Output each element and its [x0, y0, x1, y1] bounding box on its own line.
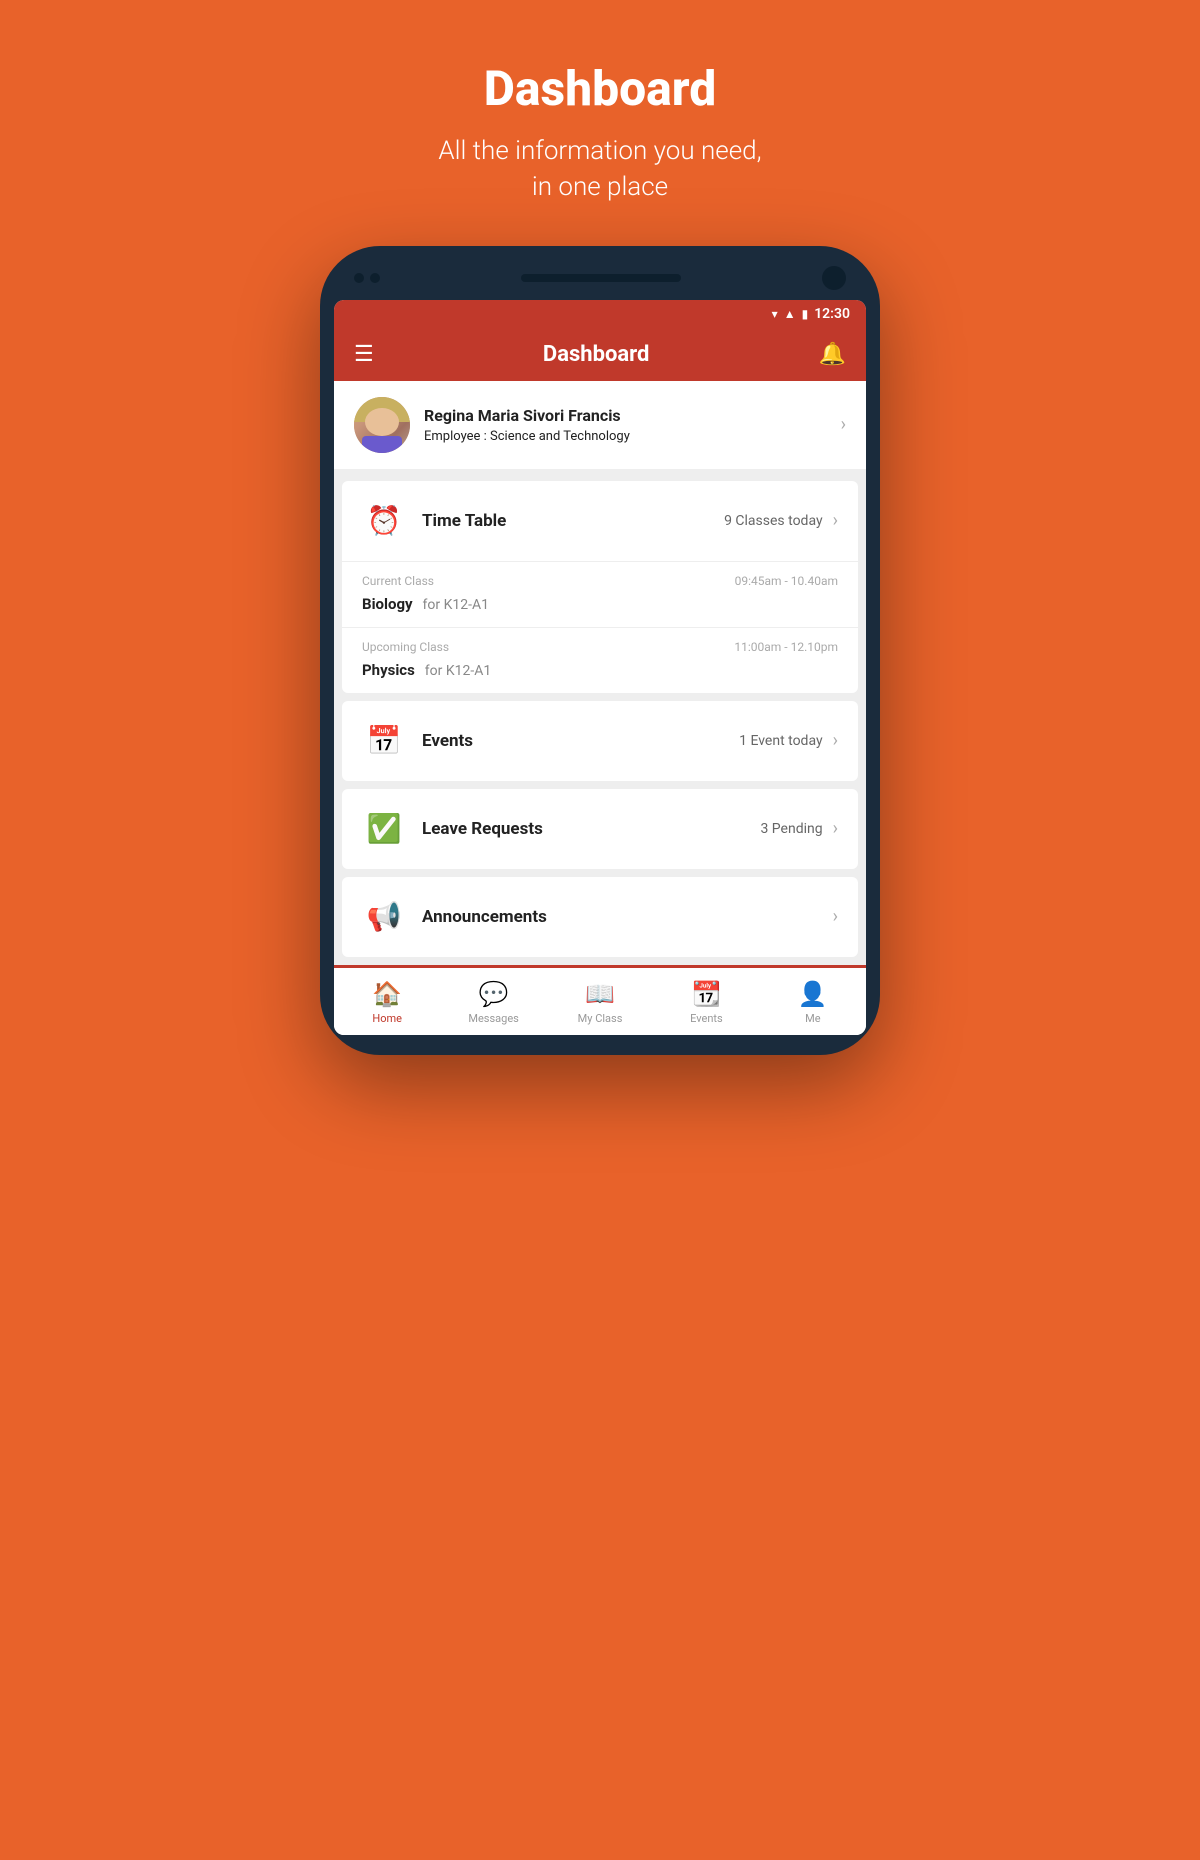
profile-card[interactable]: Regina Maria Sivori Francis Employee : S…	[334, 381, 866, 469]
phone-dot-2	[370, 273, 380, 283]
profile-chevron-icon: ›	[841, 414, 846, 435]
profile-name: Regina Maria Sivori Francis	[424, 406, 841, 425]
announcements-chevron-icon: ›	[833, 906, 838, 927]
nav-label-home: Home	[372, 1012, 402, 1025]
current-class-label: Current Class	[362, 574, 434, 588]
page-header: Dashboard All the information you need, …	[438, 40, 761, 206]
status-icons: ▾ ▲ ▮ 12:30	[772, 306, 850, 322]
status-bar: ▾ ▲ ▮ 12:30	[334, 300, 866, 328]
announcements-title: Announcements	[422, 907, 823, 927]
upcoming-class-header: Upcoming Class 11:00am - 12.10pm	[362, 640, 838, 654]
menu-icon[interactable]: ☰	[354, 342, 374, 367]
battery-icon: ▮	[802, 307, 809, 321]
avatar	[354, 397, 410, 453]
phone-top	[334, 266, 866, 300]
current-class-for: for K12-A1	[423, 597, 489, 613]
current-class-time: 09:45am - 10.40am	[735, 574, 838, 588]
events-card: 📅 Events 1 Event today ›	[342, 701, 858, 781]
phone-dot-1	[354, 273, 364, 283]
avatar-face	[365, 408, 399, 436]
events-chevron-icon: ›	[833, 730, 838, 751]
phone-frame: ▾ ▲ ▮ 12:30 ☰ Dashboard 🔔	[320, 246, 880, 1055]
screen-content: Regina Maria Sivori Francis Employee : S…	[334, 381, 866, 1035]
announcements-card: 📢 Announcements ›	[342, 877, 858, 957]
clock-icon: ⏰	[362, 499, 406, 543]
nav-label-myclass: My Class	[578, 1012, 623, 1025]
phone-cameras	[354, 273, 380, 283]
upcoming-class-for: for K12-A1	[425, 663, 491, 679]
nav-label-messages: Messages	[468, 1012, 518, 1025]
signal-icon: ▲	[784, 307, 796, 321]
nav-item-events[interactable]: 📆 Events	[653, 968, 759, 1035]
phone-camera	[822, 266, 846, 290]
bottom-nav: 🏠 Home 💬 Messages 📖 My Class 📆 Events 👤	[334, 965, 866, 1035]
upcoming-class-label: Upcoming Class	[362, 640, 449, 654]
leave-requests-title: Leave Requests	[422, 819, 760, 839]
app-bar-title: Dashboard	[543, 342, 650, 367]
profile-role: Employee : Science and Technology	[424, 429, 841, 444]
timetable-chevron-icon: ›	[833, 510, 838, 531]
events-badge: 1 Event today	[739, 733, 822, 749]
timetable-card: ⏰ Time Table 9 Classes today › Current C…	[342, 481, 858, 693]
nav-item-me[interactable]: 👤 Me	[760, 968, 866, 1035]
app-bar: ☰ Dashboard 🔔	[334, 328, 866, 381]
notification-bell-icon[interactable]: 🔔	[819, 342, 846, 367]
leave-requests-card: ✅ Leave Requests 3 Pending ›	[342, 789, 858, 869]
page-title: Dashboard	[438, 60, 761, 117]
current-class-item: Current Class 09:45am - 10.40am Biology …	[342, 561, 858, 627]
current-class-header: Current Class 09:45am - 10.40am	[362, 574, 838, 588]
announcements-card-header[interactable]: 📢 Announcements ›	[342, 877, 858, 957]
nav-item-messages[interactable]: 💬 Messages	[440, 968, 546, 1035]
phone-speaker	[521, 274, 681, 282]
current-class-name: Biology for K12-A1	[362, 594, 838, 613]
me-icon: 👤	[798, 980, 828, 1008]
calendar-icon: 📅	[362, 719, 406, 763]
timetable-title: Time Table	[422, 511, 724, 531]
nav-item-myclass[interactable]: 📖 My Class	[547, 968, 653, 1035]
upcoming-class-name: Physics for K12-A1	[362, 660, 838, 679]
page-subtitle: All the information you need, in one pla…	[438, 133, 761, 206]
upcoming-class-time: 11:00am - 12.10pm	[734, 640, 838, 654]
nav-item-home[interactable]: 🏠 Home	[334, 968, 440, 1035]
nav-label-me: Me	[805, 1012, 820, 1025]
avatar-body	[362, 436, 401, 453]
home-icon: 🏠	[372, 980, 402, 1008]
status-time: 12:30	[814, 306, 850, 322]
leave-requests-badge: 3 Pending	[760, 821, 822, 837]
upcoming-class-item: Upcoming Class 11:00am - 12.10pm Physics…	[342, 627, 858, 693]
messages-icon: 💬	[479, 980, 509, 1008]
myclass-icon: 📖	[585, 980, 615, 1008]
timetable-card-header[interactable]: ⏰ Time Table 9 Classes today ›	[342, 481, 858, 561]
cards-section: ⏰ Time Table 9 Classes today › Current C…	[334, 473, 866, 965]
timetable-badge: 9 Classes today	[724, 513, 823, 529]
events-card-header[interactable]: 📅 Events 1 Event today ›	[342, 701, 858, 781]
leave-requests-chevron-icon: ›	[833, 818, 838, 839]
wifi-icon: ▾	[772, 307, 778, 321]
announcements-icon: 📢	[362, 895, 406, 939]
leave-check-icon: ✅	[362, 807, 406, 851]
profile-info: Regina Maria Sivori Francis Employee : S…	[424, 406, 841, 444]
events-nav-icon: 📆	[691, 980, 721, 1008]
leave-requests-card-header[interactable]: ✅ Leave Requests 3 Pending ›	[342, 789, 858, 869]
nav-label-events: Events	[690, 1012, 723, 1025]
phone-screen: ▾ ▲ ▮ 12:30 ☰ Dashboard 🔔	[334, 300, 866, 1035]
events-title: Events	[422, 731, 739, 751]
